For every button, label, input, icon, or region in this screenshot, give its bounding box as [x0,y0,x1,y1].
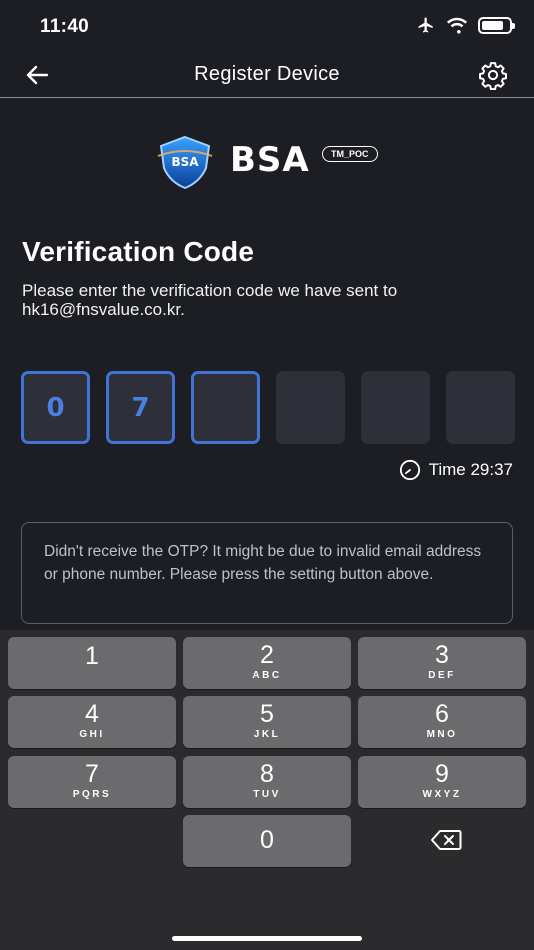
airplane-icon [418,17,433,33]
otp-digit-6[interactable] [446,371,515,444]
gear-icon [479,62,507,90]
key-6[interactable]: 6 MNO [358,696,526,748]
settings-button[interactable] [478,60,508,90]
wifi-icon [446,17,468,34]
key-3[interactable]: 3 DEF [358,637,526,689]
page-title: Register Device [194,63,340,85]
otp-timer: Time 29:37 [399,459,513,481]
otp-digit-5[interactable] [361,371,430,444]
logo-badge: TM_POC [322,146,378,162]
status-bar: 11:40 [0,0,534,52]
otp-digit-3[interactable] [191,371,260,444]
key-1[interactable]: 1 [8,637,176,689]
key-2[interactable]: 2 ABC [183,637,351,689]
svg-text:BSA: BSA [171,155,199,169]
key-7[interactable]: 7 PQRS [8,756,176,808]
numeric-keypad: 1 2 ABC 3 DEF 4 GHI 5 JKL 6 MNO 7 PQRS 8… [0,630,534,950]
status-icons [416,16,515,34]
key-4[interactable]: 4 GHI [8,696,176,748]
backspace-icon[interactable] [430,829,462,851]
key-0[interactable]: 0 [183,815,351,867]
otp-digit-2[interactable]: 7 [106,371,175,444]
app-logo: BSA BSA TM_POC [154,134,384,190]
battery-icon [478,16,515,34]
key-8[interactable]: 8 TUV [183,756,351,808]
otp-help-notice: Didn't receive the OTP? It might be due … [21,522,513,624]
key-9[interactable]: 9 WXYZ [358,756,526,808]
logo-text: BSA [230,140,310,180]
shield-logo-icon: BSA [157,135,213,190]
status-time: 11:40 [40,16,90,37]
otp-input-group[interactable]: 0 7 [21,371,515,444]
home-indicator [172,936,362,941]
otp-digit-1[interactable]: 0 [21,371,90,444]
verification-heading: Verification Code [22,236,255,267]
clock-icon [399,459,420,481]
verification-instructions: Please enter the verification code we ha… [22,281,398,319]
otp-digit-4[interactable] [276,371,345,444]
nav-bar: Register Device [0,52,534,98]
timer-label: Time 29:37 [428,460,513,479]
key-5[interactable]: 5 JKL [183,696,351,748]
